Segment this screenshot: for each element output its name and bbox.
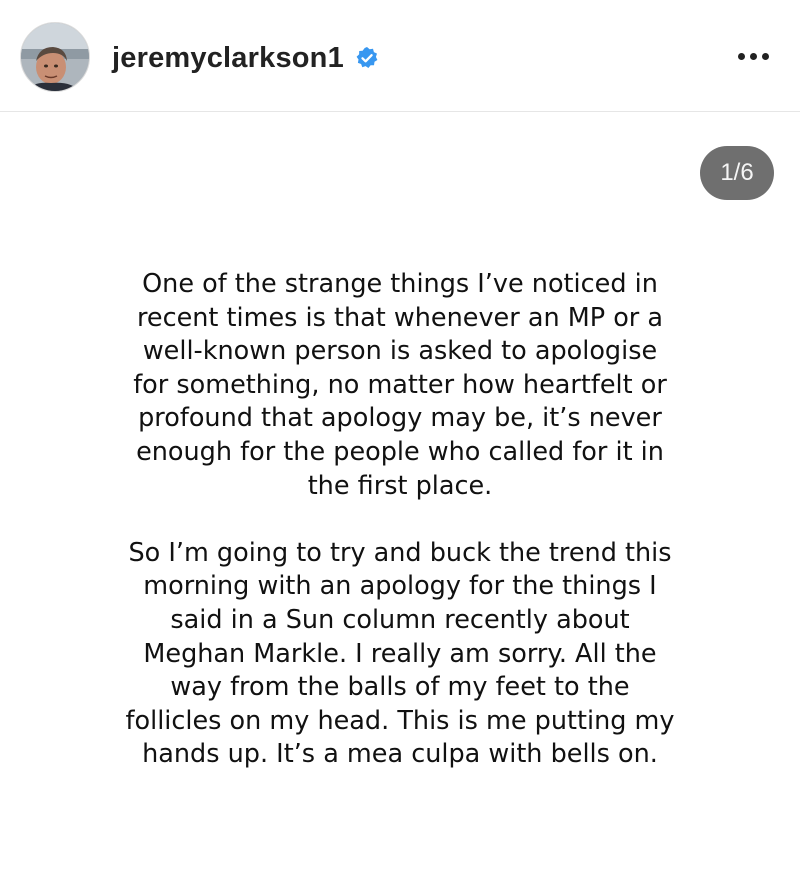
paragraph-1: One of the strange things I’ve noticed i… <box>80 268 720 503</box>
more-options-icon[interactable] <box>730 36 776 76</box>
text-line: well-known person is asked to apologise <box>142 336 658 367</box>
text-line: So I’m going to try and buck the trend t… <box>128 537 672 568</box>
more-dot <box>737 52 745 60</box>
text-line: morning with an apology for the things I <box>143 571 657 602</box>
text-line: enough for the people who called for it … <box>136 436 664 467</box>
paragraph-2: So I’m going to try and buck the trend t… <box>80 537 720 772</box>
avatar-photo-icon <box>21 23 89 91</box>
slide-counter-badge: 1/6 <box>700 146 774 200</box>
text-line: the first place. <box>307 470 493 501</box>
text-line: said in a Sun column recently about <box>170 604 630 635</box>
text-line: One of the strange things I’ve noticed i… <box>142 269 658 299</box>
verified-badge-icon <box>356 47 378 68</box>
text-line: follicles on my head. This is me putting… <box>125 705 675 736</box>
text-line: way from the balls of my feet to the <box>170 672 630 703</box>
text-line: for something, no matter how heartfelt o… <box>133 369 667 400</box>
text-line: recent times is that whenever an MP or a <box>136 302 664 333</box>
text-line: profound that apology may be, it’s never <box>138 403 662 434</box>
profile-avatar[interactable] <box>20 22 90 92</box>
text-line: hands up. It’s a mea culpa with bells on… <box>142 739 658 770</box>
more-dot <box>749 52 757 60</box>
post-text-body: One of the strange things I’ve noticed i… <box>80 268 720 806</box>
post-header: jeremyclarkson1 <box>0 0 800 112</box>
text-line: Meghan Markle. I really am sorry. All th… <box>143 638 657 669</box>
username-link[interactable]: jeremyclarkson1 <box>112 38 344 78</box>
more-dot <box>761 52 769 60</box>
